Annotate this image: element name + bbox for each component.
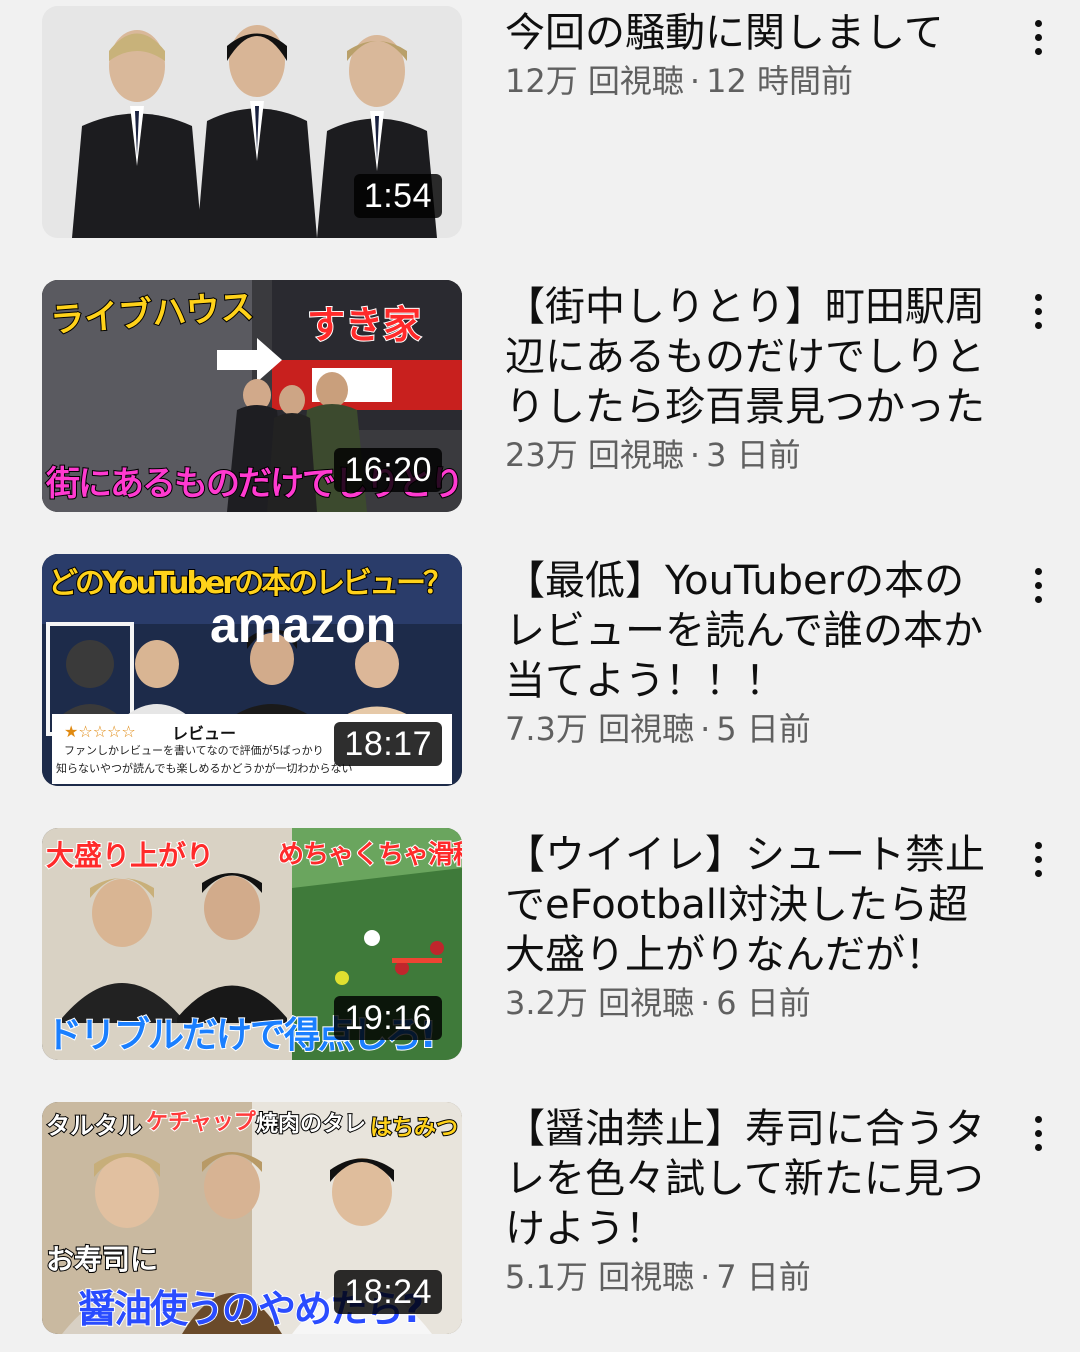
- video-thumbnail[interactable]: ライブハウス すき家 街にあるものだけでしりとり 16:20: [42, 280, 462, 512]
- view-count: 23万 回視聴: [505, 436, 684, 474]
- video-item[interactable]: ★☆☆☆☆ どのYouTuberの本のレビュー？ amazon レビュー ファン…: [0, 554, 1080, 786]
- video-meta[interactable]: 【ウイイレ】シュート禁止でeFootball対決したら超大盛り上がりなんだが！ …: [505, 828, 995, 1024]
- thumbnail-caption: すき家: [306, 302, 422, 348]
- upload-age: 12 時間前: [706, 62, 853, 100]
- video-meta[interactable]: 今回の騒動に関しまして 12万 回視聴 · 12 時間前: [505, 6, 995, 102]
- video-thumbnail[interactable]: ★☆☆☆☆ どのYouTuberの本のレビュー？ amazon レビュー ファン…: [42, 554, 462, 786]
- separator: ·: [689, 62, 701, 100]
- separator: ·: [700, 1258, 711, 1296]
- upload-age: 7 日前: [716, 1258, 811, 1296]
- thumbnail-caption: 焼肉のタレ: [255, 1111, 367, 1138]
- separator: ·: [700, 710, 711, 748]
- video-thumbnail[interactable]: 1:54: [42, 6, 462, 238]
- thumbnail-caption: ケチャップ: [145, 1109, 257, 1136]
- more-vertical-icon[interactable]: [1026, 838, 1050, 882]
- video-title[interactable]: 【ウイイレ】シュート禁止でeFootball対決したら超大盛り上がりなんだが！: [505, 830, 995, 980]
- upload-age: 6 日前: [716, 984, 811, 1022]
- video-title[interactable]: 【街中しりとり】町田駅周辺にあるものだけでしりとりしたら珍百景見つかった: [505, 282, 995, 432]
- video-duration: 18:17: [334, 722, 442, 766]
- video-item[interactable]: ライブハウス すき家 街にあるものだけでしりとり 16:20 【街中しりとり】町…: [0, 280, 1080, 512]
- video-thumbnail[interactable]: タルタル ケチャップ 焼肉のタレ はちみつ お寿司に 醤油使うのやめたら? 18…: [42, 1102, 462, 1334]
- svg-text:★☆☆☆☆: ★☆☆☆☆: [64, 722, 136, 741]
- thumbnail-caption: お寿司に: [45, 1242, 159, 1277]
- upload-age: 5 日前: [716, 710, 811, 748]
- view-count: 12万 回視聴: [505, 62, 684, 100]
- video-meta[interactable]: 【街中しりとり】町田駅周辺にあるものだけでしりとりしたら珍百景見つかった 23万…: [505, 280, 995, 476]
- video-duration: 18:24: [334, 1270, 442, 1314]
- thumbnail-caption: はちみつ: [369, 1115, 459, 1142]
- more-vertical-icon[interactable]: [1026, 290, 1050, 334]
- review-label: レビュー: [172, 724, 237, 743]
- view-count: 5.1万 回視聴: [505, 1258, 695, 1296]
- separator: ·: [700, 984, 711, 1022]
- video-meta[interactable]: 【醤油禁止】寿司に合うタレを色々試して新たに見つけよう！ 5.1万 回視聴 · 7 …: [505, 1102, 995, 1298]
- thumbnail-caption: めちゃくちゃ滑稽: [277, 839, 462, 871]
- video-title[interactable]: 今回の騒動に関しまして: [505, 8, 995, 58]
- video-stats: 12万 回視聴 · 12 時間前: [505, 60, 995, 102]
- video-item[interactable]: タルタル ケチャップ 焼肉のタレ はちみつ お寿司に 醤油使うのやめたら? 18…: [0, 1102, 1080, 1334]
- video-meta[interactable]: 【最低】YouTuberの本のレビューを読んで誰の本か当てよう！！！ 7.3万 …: [505, 554, 995, 750]
- more-vertical-icon[interactable]: [1026, 16, 1050, 60]
- video-duration: 16:20: [334, 448, 442, 492]
- separator: ·: [689, 436, 701, 474]
- thumbnail-caption: amazon: [210, 597, 397, 653]
- video-thumbnail[interactable]: 大盛り上がり めちゃくちゃ滑稽 ドリブルだけで得点しろ! 19:16: [42, 828, 462, 1060]
- more-vertical-icon[interactable]: [1026, 1112, 1050, 1156]
- view-count: 7.3万 回視聴: [505, 710, 695, 748]
- thumbnail-caption: タルタル: [45, 1111, 143, 1141]
- video-item[interactable]: 大盛り上がり めちゃくちゃ滑稽 ドリブルだけで得点しろ! 19:16 【ウイイレ…: [0, 828, 1080, 1060]
- upload-age: 3 日前: [706, 436, 801, 474]
- video-stats: 7.3万 回視聴 · 5 日前: [505, 708, 995, 750]
- view-count: 3.2万 回視聴: [505, 984, 695, 1022]
- video-list: 1:54 今回の騒動に関しまして 12万 回視聴 · 12 時間前 ライブハウス…: [0, 0, 1080, 1352]
- more-vertical-icon[interactable]: [1026, 564, 1050, 608]
- video-stats: 3.2万 回視聴 · 6 日前: [505, 982, 995, 1024]
- review-text: 知らないやつが読んでも楽しめるかどうかが一切わからない: [56, 762, 353, 775]
- video-stats: 23万 回視聴 · 3 日前: [505, 434, 995, 476]
- video-item[interactable]: 1:54 今回の騒動に関しまして 12万 回視聴 · 12 時間前: [0, 6, 1080, 238]
- video-duration: 19:16: [334, 996, 442, 1040]
- video-title[interactable]: 【醤油禁止】寿司に合うタレを色々試して新たに見つけよう！: [505, 1104, 995, 1254]
- video-duration: 1:54: [353, 174, 442, 218]
- thumbnail-caption: 大盛り上がり: [45, 838, 215, 873]
- video-title[interactable]: 【最低】YouTuberの本のレビューを読んで誰の本か当てよう！！！: [505, 556, 995, 706]
- video-stats: 5.1万 回視聴 · 7 日前: [505, 1256, 995, 1298]
- review-text: ファンしかレビューを書いてなので評価が5ばっかり: [64, 744, 324, 757]
